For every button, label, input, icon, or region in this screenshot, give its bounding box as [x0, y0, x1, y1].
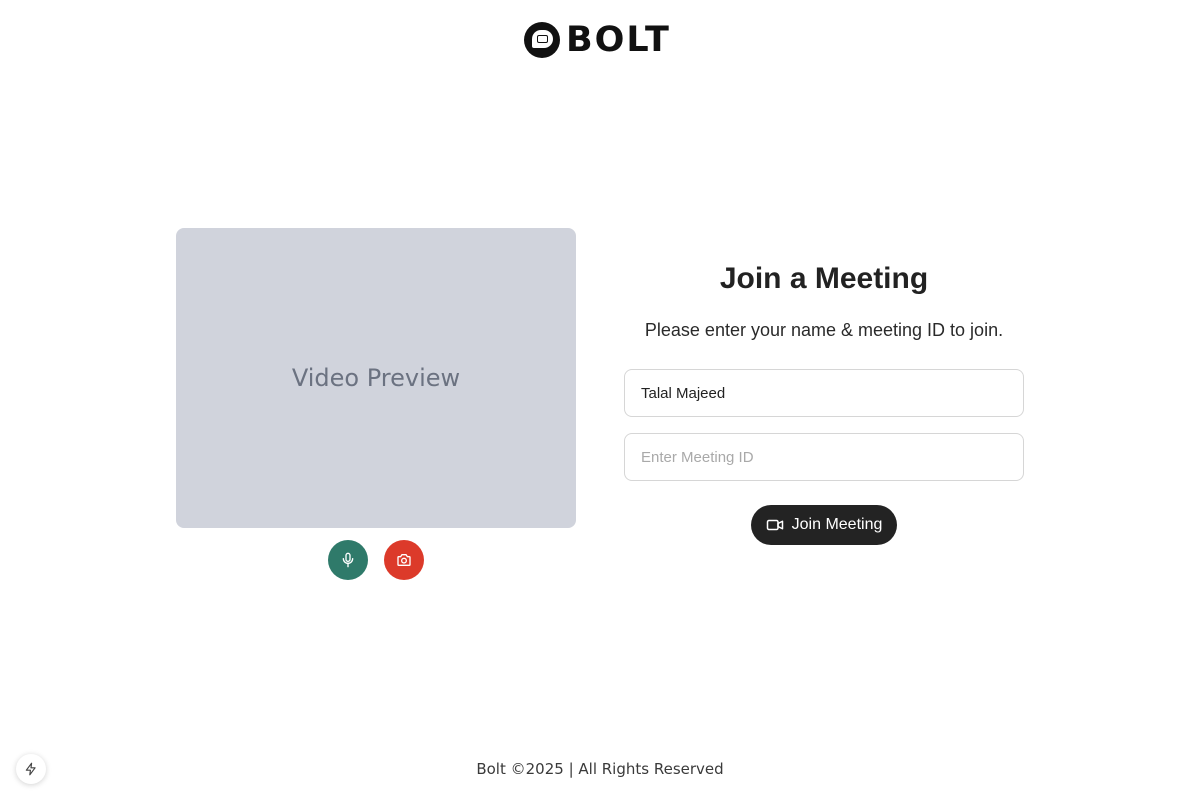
camera-toggle-button[interactable] — [384, 540, 424, 580]
video-preview: Video Preview — [176, 228, 576, 528]
name-input[interactable] — [624, 369, 1024, 417]
join-meeting-label: Join Meeting — [791, 516, 883, 533]
lightning-icon[interactable] — [16, 754, 46, 784]
mic-toggle-button[interactable] — [328, 540, 368, 580]
brand-name: BOLT — [566, 20, 671, 60]
video-preview-label: Video Preview — [291, 364, 461, 392]
footer-text: Bolt ©2025 | All Rights Reserved — [476, 760, 724, 778]
join-meeting-button[interactable]: Join Meeting — [751, 505, 897, 545]
camera-icon — [397, 554, 411, 566]
meeting-id-input[interactable] — [624, 433, 1024, 481]
microphone-icon — [342, 552, 354, 568]
page-title: Join a Meeting — [719, 262, 929, 295]
video-icon — [766, 519, 783, 531]
logo-icon — [524, 22, 560, 58]
brand-logo: BOLT — [524, 22, 671, 58]
form-subtitle: Please enter your name & meeting ID to j… — [644, 320, 1004, 340]
